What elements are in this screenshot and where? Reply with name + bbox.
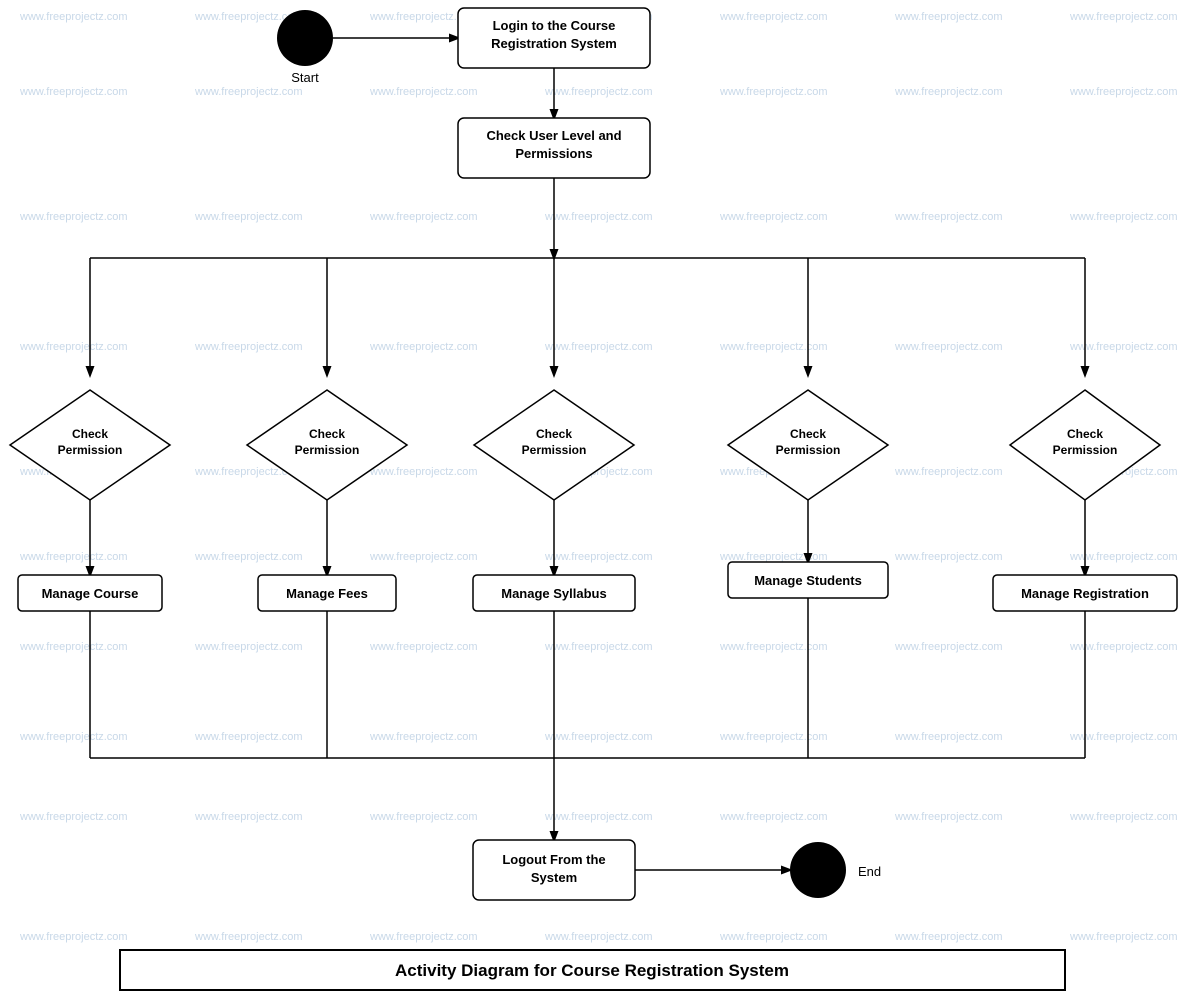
svg-text:Permission: Permission: [776, 443, 841, 457]
svg-text:www.freeprojectz.com: www.freeprojectz.com: [369, 466, 478, 478]
svg-text:Check: Check: [72, 427, 108, 441]
svg-text:www.freeprojectz.com: www.freeprojectz.com: [544, 641, 653, 653]
svg-text:www.freeprojectz.com: www.freeprojectz.com: [369, 551, 478, 563]
svg-text:www.freeprojectz.com: www.freeprojectz.com: [1069, 931, 1178, 943]
logout-text2: System: [531, 870, 577, 885]
svg-text:www.freeprojectz.com: www.freeprojectz.com: [544, 931, 653, 943]
svg-text:www.freeprojectz.com: www.freeprojectz.com: [719, 731, 828, 743]
svg-text:www.freeprojectz.com: www.freeprojectz.com: [194, 731, 303, 743]
manage-course-text: Manage Course: [42, 586, 139, 601]
svg-text:www.freeprojectz.com: www.freeprojectz.com: [19, 731, 128, 743]
svg-text:www.freeprojectz.com: www.freeprojectz.com: [894, 811, 1003, 823]
svg-text:www.freeprojectz.com: www.freeprojectz.com: [719, 211, 828, 223]
svg-text:www.freeprojectz.com: www.freeprojectz.com: [194, 931, 303, 943]
svg-text:Check: Check: [309, 427, 345, 441]
svg-text:www.freeprojectz.com: www.freeprojectz.com: [19, 211, 128, 223]
check-user-text2: Permissions: [515, 146, 592, 161]
svg-text:www.freeprojectz.com: www.freeprojectz.com: [544, 341, 653, 353]
login-text-line1: Login to the Course: [493, 18, 616, 33]
manage-syllabus-text: Manage Syllabus: [501, 586, 606, 601]
svg-text:www.freeprojectz.com: www.freeprojectz.com: [19, 11, 128, 23]
svg-text:www.freeprojectz.com: www.freeprojectz.com: [369, 641, 478, 653]
start-label: Start: [291, 70, 319, 85]
svg-text:www.freeprojectz.com: www.freeprojectz.com: [894, 641, 1003, 653]
svg-text:www.freeprojectz.com: www.freeprojectz.com: [1069, 86, 1178, 98]
svg-text:www.freeprojectz.com: www.freeprojectz.com: [719, 551, 828, 563]
svg-text:Check: Check: [1067, 427, 1103, 441]
svg-text:www.freeprojectz.com: www.freeprojectz.com: [719, 11, 828, 23]
svg-text:Permission: Permission: [1053, 443, 1118, 457]
svg-text:www.freeprojectz.com: www.freeprojectz.com: [19, 931, 128, 943]
svg-text:www.freeprojectz.com: www.freeprojectz.com: [719, 811, 828, 823]
svg-text:www.freeprojectz.com: www.freeprojectz.com: [369, 211, 478, 223]
svg-text:www.freeprojectz.com: www.freeprojectz.com: [194, 341, 303, 353]
svg-text:www.freeprojectz.com: www.freeprojectz.com: [1069, 811, 1178, 823]
manage-fees-text: Manage Fees: [286, 586, 368, 601]
svg-text:www.freeprojectz.com: www.freeprojectz.com: [369, 341, 478, 353]
svg-text:www.freeprojectz.com: www.freeprojectz.com: [369, 931, 478, 943]
svg-text:www.freeprojectz.com: www.freeprojectz.com: [369, 731, 478, 743]
svg-text:www.freeprojectz.com: www.freeprojectz.com: [719, 641, 828, 653]
svg-text:www.freeprojectz.com: www.freeprojectz.com: [544, 86, 653, 98]
svg-text:Permission: Permission: [522, 443, 587, 457]
svg-text:www.freeprojectz.com: www.freeprojectz.com: [369, 86, 478, 98]
svg-text:www.freeprojectz.com: www.freeprojectz.com: [894, 931, 1003, 943]
start-circle: [277, 10, 333, 66]
svg-text:www.freeprojectz.com: www.freeprojectz.com: [1069, 11, 1178, 23]
svg-text:www.freeprojectz.com: www.freeprojectz.com: [719, 86, 828, 98]
svg-text:www.freeprojectz.com: www.freeprojectz.com: [544, 811, 653, 823]
svg-text:www.freeprojectz.com: www.freeprojectz.com: [719, 341, 828, 353]
svg-text:www.freeprojectz.com: www.freeprojectz.com: [894, 551, 1003, 563]
svg-text:www.freeprojectz.com: www.freeprojectz.com: [19, 86, 128, 98]
diagram-svg: www.freeprojectz.com www.freeprojectz.co…: [0, 0, 1185, 994]
svg-text:www.freeprojectz.com: www.freeprojectz.com: [894, 466, 1003, 478]
svg-text:www.freeprojectz.com: www.freeprojectz.com: [194, 551, 303, 563]
svg-text:www.freeprojectz.com: www.freeprojectz.com: [894, 11, 1003, 23]
svg-text:www.freeprojectz.com: www.freeprojectz.com: [19, 551, 128, 563]
svg-text:Permission: Permission: [295, 443, 360, 457]
svg-text:www.freeprojectz.com: www.freeprojectz.com: [194, 641, 303, 653]
end-label: End: [858, 864, 881, 879]
svg-text:Permission: Permission: [58, 443, 123, 457]
manage-students-text: Manage Students: [754, 573, 862, 588]
svg-text:www.freeprojectz.com: www.freeprojectz.com: [894, 211, 1003, 223]
svg-text:www.freeprojectz.com: www.freeprojectz.com: [369, 811, 478, 823]
end-circle: [790, 842, 846, 898]
check-user-text1: Check User Level and: [486, 128, 621, 143]
login-text-line2: Registration System: [491, 36, 617, 51]
manage-registration-text: Manage Registration: [1021, 586, 1149, 601]
title-text: Activity Diagram for Course Registration…: [395, 961, 789, 980]
svg-text:www.freeprojectz.com: www.freeprojectz.com: [894, 86, 1003, 98]
svg-text:www.freeprojectz.com: www.freeprojectz.com: [544, 731, 653, 743]
svg-text:www.freeprojectz.com: www.freeprojectz.com: [19, 811, 128, 823]
svg-text:www.freeprojectz.com: www.freeprojectz.com: [19, 341, 128, 353]
svg-text:www.freeprojectz.com: www.freeprojectz.com: [544, 551, 653, 563]
svg-text:www.freeprojectz.com: www.freeprojectz.com: [544, 211, 653, 223]
svg-text:www.freeprojectz.com: www.freeprojectz.com: [194, 86, 303, 98]
svg-text:www.freeprojectz.com: www.freeprojectz.com: [719, 931, 828, 943]
svg-text:www.freeprojectz.com: www.freeprojectz.com: [194, 811, 303, 823]
svg-text:www.freeprojectz.com: www.freeprojectz.com: [1069, 211, 1178, 223]
svg-text:www.freeprojectz.com: www.freeprojectz.com: [194, 211, 303, 223]
svg-text:Check: Check: [536, 427, 572, 441]
svg-text:www.freeprojectz.com: www.freeprojectz.com: [894, 731, 1003, 743]
svg-text:www.freeprojectz.com: www.freeprojectz.com: [19, 641, 128, 653]
logout-text1: Logout From the: [502, 852, 605, 867]
svg-text:Check: Check: [790, 427, 826, 441]
svg-text:www.freeprojectz.com: www.freeprojectz.com: [894, 341, 1003, 353]
